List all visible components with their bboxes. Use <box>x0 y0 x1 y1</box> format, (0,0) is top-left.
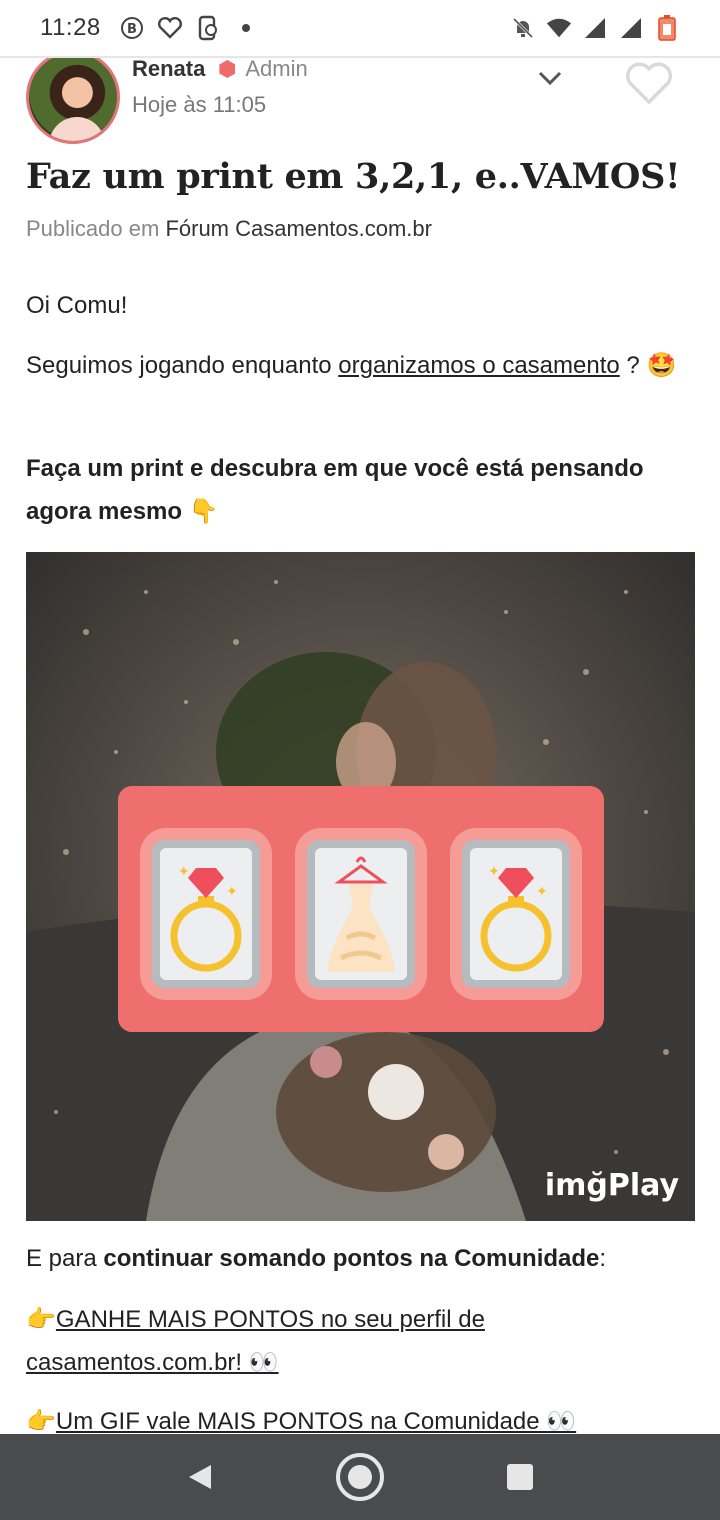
svg-text:B: B <box>127 22 137 37</box>
paragraph-3: E para continuar somando pontos na Comun… <box>26 1237 692 1280</box>
author-line: Renata Admin <box>132 56 308 82</box>
imgplay-watermark: imğPlay <box>544 1168 679 1203</box>
gif-pontos-link[interactable]: Um GIF vale MAIS PONTOS na Comunidade 👀 <box>56 1408 576 1435</box>
role-label: Admin <box>245 56 308 81</box>
svg-text:✦: ✦ <box>178 864 190 880</box>
pointing-right-emoji: 👉 <box>26 1306 56 1333</box>
ring-icon: ✦ ✦ <box>480 864 552 972</box>
bullet-1: 👉GANHE MAIS PONTOS no seu perfil de casa… <box>26 1298 692 1384</box>
forum-link[interactable]: Fórum Casamentos.com.br <box>165 216 432 241</box>
para3-suffix: : <box>599 1245 607 1272</box>
like-heart-icon[interactable] <box>624 60 674 106</box>
paragraph-2: Faça um print e descubra em que você est… <box>26 447 692 533</box>
post-header: Renata Admin Hoje às 11:05 <box>26 50 694 146</box>
pointing-right-emoji: 👉 <box>26 1408 56 1435</box>
home-icon[interactable] <box>334 1451 386 1503</box>
recents-icon[interactable] <box>494 1451 546 1503</box>
para2-text: Faça um print e descubra em que você est… <box>26 455 644 525</box>
pointing-down-emoji: 👇 <box>188 498 219 525</box>
paragraph-1: Seguimos jogando enquanto organizamos o … <box>26 344 692 387</box>
hexagon-icon <box>219 60 236 78</box>
post-time: Hoje às 11:05 <box>132 92 267 117</box>
dot-icon <box>233 15 259 41</box>
wedding-dress-icon <box>327 856 395 972</box>
admin-badge: Admin <box>219 56 308 82</box>
published-in: Publicado em Fórum Casamentos.com.br <box>26 216 432 242</box>
post-image[interactable]: ✦ ✦ ✦ ✦ imğPlay <box>26 552 695 1221</box>
published-prefix: Publicado em <box>26 216 160 241</box>
para3-prefix: E para <box>26 1245 97 1272</box>
phone-sync-icon <box>195 15 221 41</box>
wifi-icon <box>546 15 572 41</box>
organizamos-link[interactable]: organizamos o casamento <box>338 352 619 379</box>
ganhe-pontos-link[interactable]: GANHE MAIS PONTOS no seu perfil de casam… <box>26 1306 485 1376</box>
status-time: 11:28 <box>40 14 101 41</box>
back-icon[interactable] <box>174 1451 226 1503</box>
android-nav-bar <box>0 1434 720 1520</box>
para1-suffix: ? <box>626 352 640 379</box>
b-circle-icon: B <box>119 15 145 41</box>
notifications-off-icon <box>510 15 536 41</box>
svg-text:✦: ✦ <box>488 864 500 880</box>
signal-icon <box>618 15 644 41</box>
avatar[interactable] <box>26 50 120 144</box>
ring-icon: ✦ ✦ <box>170 864 242 972</box>
slot-2 <box>295 828 427 1000</box>
heart-outline-icon <box>157 15 183 41</box>
slot-3: ✦ ✦ <box>450 828 582 1000</box>
battery-low-icon <box>654 15 680 41</box>
status-bar: 11:28 B <box>0 0 720 56</box>
svg-text:✦: ✦ <box>226 884 238 900</box>
para1-prefix: Seguimos jogando enquanto <box>26 352 332 379</box>
star-eyes-emoji: 🤩 <box>646 352 677 379</box>
signal-icon <box>582 15 608 41</box>
slot-1: ✦ ✦ <box>140 828 272 1000</box>
svg-text:✦: ✦ <box>536 884 548 900</box>
chevron-down-icon[interactable] <box>536 64 564 92</box>
post-title: Faz um print em 3,2,1, e..VAMOS! <box>26 156 681 197</box>
greeting: Oi Comu! <box>26 292 128 319</box>
para3-bold: continuar somando pontos na Comunidade <box>103 1245 600 1272</box>
author-name[interactable]: Renata <box>132 56 205 82</box>
status-divider <box>0 56 720 58</box>
slot-machine-panel: ✦ ✦ ✦ ✦ <box>118 786 604 1032</box>
